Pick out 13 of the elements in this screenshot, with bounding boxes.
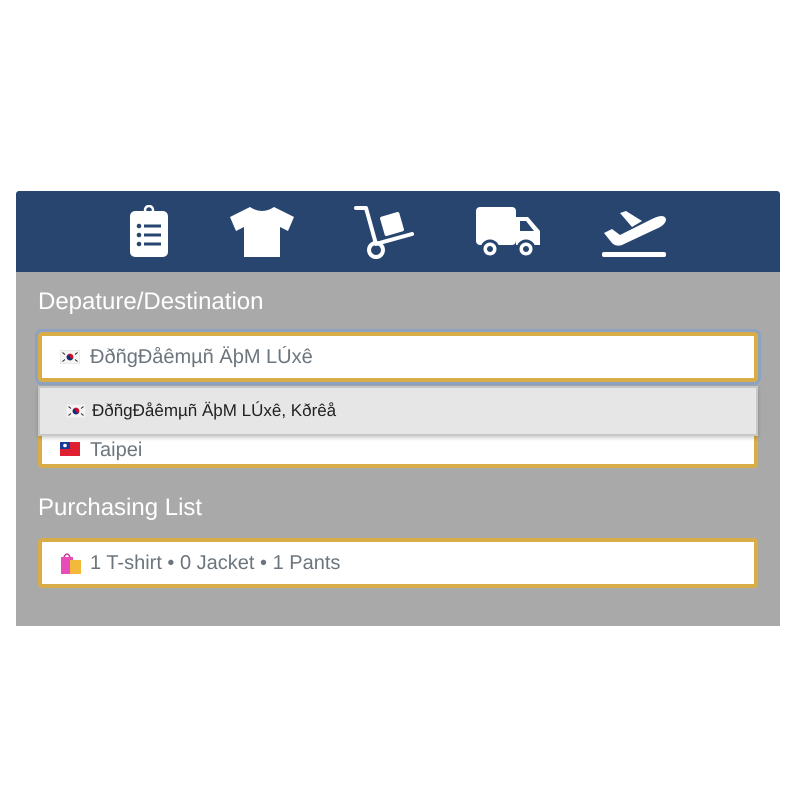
section-heading: Depature/Destination: [38, 287, 264, 317]
location-field[interactable]: ĐðñgĐåêmµñ ÄþM LÚxê: [38, 332, 758, 382]
truck-icon[interactable]: [474, 204, 542, 258]
autocomplete-menu[interactable]: ĐðñgĐåêmµñ ÄþM LÚxê, Kðrêå: [38, 386, 758, 436]
purchase-list-field[interactable]: 1 T-shirt • 0 Jacket • 1 Pants: [38, 538, 758, 588]
t-shirt-icon[interactable]: [228, 204, 296, 258]
flag-icon: [60, 442, 80, 456]
clipboard-list-icon[interactable]: [128, 204, 170, 258]
flag-icon: [66, 404, 86, 418]
shopping-bags-icon: [60, 551, 82, 575]
flag-icon: [60, 350, 80, 364]
hand-truck-icon[interactable]: [354, 204, 416, 260]
section-heading: Purchasing List: [38, 493, 204, 523]
